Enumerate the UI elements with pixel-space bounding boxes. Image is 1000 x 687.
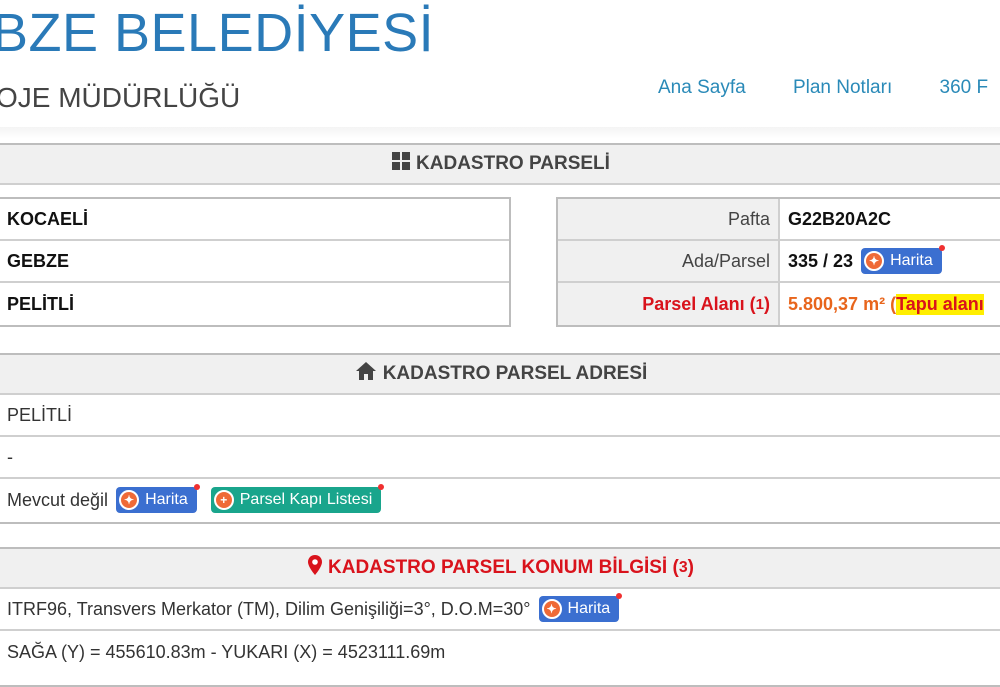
grid-icon <box>392 152 411 176</box>
kadastro-parseli-heading: KADASTRO PARSELİ <box>0 145 1000 185</box>
department-subtitle: OJE MÜDÜRLÜĞÜ <box>0 82 241 113</box>
kadastro-parseli-panel: KADASTRO PARSELİ <box>0 143 1000 185</box>
kadastro-adres-panel: KADASTRO PARSEL ADRESİ PELİTLİ - Mevcut … <box>0 353 1000 524</box>
coordinates-row: SAĞA (Y) = 455610.83m - YUKARI (X) = 452… <box>7 641 446 662</box>
parcel-info-table: Pafta G22B20A2C Ada/Parsel 335 / 23 ✦ Ha… <box>556 197 1000 327</box>
notification-dot <box>378 484 385 490</box>
map-marker-icon <box>308 555 323 581</box>
globe-icon: ✦ <box>864 251 885 271</box>
ada-harita-label: Harita <box>890 252 933 269</box>
adres-line-3: Mevcut değil ✦ Harita + Parsel Kapı List… <box>0 479 1000 521</box>
tapu-alani-note: Tapu alanı <box>896 293 984 315</box>
ada-parsel-cell: 335 / 23 ✦ Harita <box>780 241 1000 281</box>
parsel-kapi-listesi-label: Parsel Kapı Listesi <box>239 491 373 508</box>
parsel-alani-cell: 5.800,37 m² (Tapu alanı <box>780 283 1000 325</box>
header-divider <box>0 127 1000 139</box>
footnote-3: 3 <box>678 559 688 576</box>
pafta-label: Pafta <box>558 199 780 239</box>
kadastro-konum-heading: KADASTRO PARSEL KONUM BİLGİSİ (3) <box>0 549 1000 589</box>
ilce-value: GEBZE <box>0 241 509 283</box>
kapi-status: Mevcut değil <box>7 489 109 510</box>
kadastro-adres-title: KADASTRO PARSEL ADRESİ <box>382 363 648 384</box>
kadastro-konum-close: ) <box>687 557 694 578</box>
adres-line-1: PELİTLİ <box>0 395 1000 437</box>
kadastro-parseli-title: KADASTRO PARSELİ <box>416 153 610 174</box>
globe-icon: ✦ <box>541 599 562 619</box>
adres-harita-label: Harita <box>145 491 188 508</box>
pafta-value: G22B20A2C <box>788 208 892 229</box>
footnote-1: 1 <box>755 295 764 313</box>
kadastro-adres-heading: KADASTRO PARSEL ADRESİ <box>0 355 1000 395</box>
location-table: KOCAELİ GEBZE PELİTLİ <box>0 197 511 327</box>
il-value: KOCAELİ <box>0 199 509 241</box>
ada-parsel-label: Ada/Parsel <box>558 241 780 281</box>
plus-icon: + <box>213 490 234 510</box>
projection-text: ITRF96, Transvers Merkator (TM), Dilim G… <box>7 598 531 619</box>
notification-dot <box>938 245 945 251</box>
nav-ana-sayfa[interactable]: Ana Sayfa <box>658 77 746 99</box>
ada-parsel-value: 335 / 23 <box>788 250 854 271</box>
parsel-alani-text: Parsel Alanı ( <box>642 293 756 314</box>
parsel-alani-close: ) <box>764 293 770 314</box>
globe-icon: ✦ <box>119 490 140 510</box>
kadastro-konum-panel: KADASTRO PARSEL KONUM BİLGİSİ (3) ITRF96… <box>0 547 1000 687</box>
parsel-kapi-listesi-button[interactable]: + Parsel Kapı Listesi <box>210 484 385 513</box>
pafta-row: Pafta G22B20A2C <box>558 199 1000 241</box>
mahalle-value: PELİTLİ <box>7 293 74 314</box>
notification-dot <box>616 593 623 599</box>
projection-row: ITRF96, Transvers Merkator (TM), Dilim G… <box>0 589 1000 631</box>
parsel-alani-value: 5.800,37 m² ( <box>788 293 897 314</box>
ada-harita-button[interactable]: ✦ Harita <box>861 245 945 274</box>
notification-dot <box>193 484 200 490</box>
parsel-alani-row: Parsel Alanı (1) 5.800,37 m² (Tapu alanı <box>558 283 1000 325</box>
parsel-alani-label: Parsel Alanı (1) <box>558 283 780 325</box>
kadastro-konum-title: KADASTRO PARSEL KONUM BİLGİSİ ( <box>328 557 679 578</box>
nav-plan-notlari[interactable]: Plan Notları <box>793 77 892 99</box>
nav-360[interactable]: 360 F <box>940 77 989 99</box>
home-icon <box>355 361 377 387</box>
ada-parsel-row: Ada/Parsel 335 / 23 ✦ Harita <box>558 241 1000 283</box>
adres-harita-button[interactable]: ✦ Harita <box>116 484 200 513</box>
municipality-title: BZE BELEDİYESİ <box>0 3 435 63</box>
konum-harita-button[interactable]: ✦ Harita <box>538 593 623 622</box>
adres-line-2: - <box>0 437 1000 479</box>
konum-harita-label: Harita <box>567 600 611 617</box>
top-nav: Ana Sayfa Plan Notları 360 F <box>658 77 1000 99</box>
